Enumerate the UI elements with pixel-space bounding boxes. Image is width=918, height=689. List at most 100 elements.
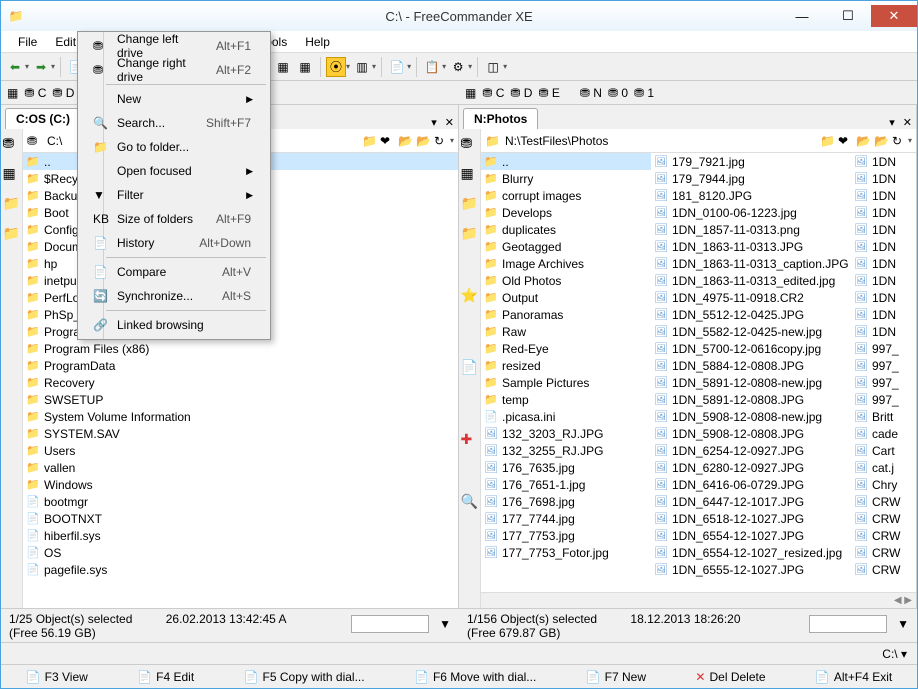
file-item[interactable]: 📁Geotagged bbox=[481, 238, 651, 255]
file-item[interactable]: 📁.. bbox=[481, 153, 651, 170]
file-item[interactable]: 🖼1DN_5908-12-0808-new.jpg bbox=[651, 408, 851, 425]
drive-1[interactable]: ⛃ 1 bbox=[634, 86, 654, 100]
h-scrollbar[interactable]: ◀ ▶ bbox=[481, 592, 916, 608]
menu-item-filter[interactable]: ▼Filter▶ bbox=[80, 183, 268, 207]
file-item[interactable]: 📁Windows bbox=[23, 476, 458, 493]
tb-icon[interactable]: ◫ bbox=[483, 57, 503, 77]
file-item[interactable]: 🖼1DN_6416-06-0729.JPG bbox=[651, 476, 851, 493]
file-item[interactable]: 🖼1DN_4975-11-0918.CR2 bbox=[651, 289, 851, 306]
file-item[interactable]: 🖼1DN_1863-11-0313.JPG bbox=[651, 238, 851, 255]
tab-dropdown[interactable]: ▾ bbox=[427, 116, 441, 129]
path-icon[interactable]: 📂 bbox=[874, 134, 890, 148]
file-item[interactable]: 🖼1DN_5908-12-0808.JPG bbox=[651, 425, 851, 442]
tab-dropdown[interactable]: ▾ bbox=[885, 116, 899, 129]
file-item[interactable]: 🖼177_7753.jpg bbox=[481, 527, 651, 544]
file-item[interactable]: 🖼1DN_1863-11-0313_caption.JPG bbox=[651, 255, 851, 272]
file-item[interactable]: 🖼1DN bbox=[851, 255, 911, 272]
tb-icon[interactable]: ▥ bbox=[352, 57, 372, 77]
folder-icon[interactable]: 📁 bbox=[3, 195, 21, 213]
path-icon[interactable]: 📂 bbox=[416, 134, 432, 148]
menu-item-change-right-drive[interactable]: ⛃Change right driveAlt+F2 bbox=[80, 58, 268, 82]
file-item[interactable]: 📄pagefile.sys bbox=[23, 561, 458, 578]
menu-item-history[interactable]: 📄HistoryAlt+Down bbox=[80, 231, 268, 255]
path-icon[interactable]: 📁 bbox=[820, 134, 836, 148]
file-item[interactable]: 📄OS bbox=[23, 544, 458, 561]
file-item[interactable]: 📁Blurry bbox=[481, 170, 651, 187]
path-icon[interactable]: ❤ bbox=[380, 134, 396, 148]
file-item[interactable]: 🖼1DN_6447-12-1017.JPG bbox=[651, 493, 851, 510]
file-item[interactable]: 🖼1DN_6518-12-1027.JPG bbox=[651, 510, 851, 527]
drive-C[interactable]: ⛃ C bbox=[24, 86, 46, 100]
tab-close[interactable]: ✕ bbox=[441, 116, 458, 129]
path-icon[interactable]: ❤ bbox=[838, 134, 854, 148]
file-item[interactable]: 📁SWSETUP bbox=[23, 391, 458, 408]
file-item[interactable]: 📁resized bbox=[481, 357, 651, 374]
back-button[interactable]: ⬅ bbox=[5, 57, 25, 77]
file-item[interactable]: 🖼1DN_1863-11-0313_edited.jpg bbox=[651, 272, 851, 289]
file-item[interactable]: 🖼1DN_5582-12-0425-new.jpg bbox=[651, 323, 851, 340]
close-button[interactable]: ✕ bbox=[871, 5, 917, 27]
drives-grid-icon[interactable]: ▦ bbox=[7, 86, 18, 100]
file-item[interactable]: 🖼1DN bbox=[851, 187, 911, 204]
search-icon[interactable]: 🔍 bbox=[461, 493, 479, 511]
path-icon[interactable]: ↻ bbox=[434, 134, 450, 148]
file-item[interactable]: 🖼1DN_6280-12-0927.JPG bbox=[651, 459, 851, 476]
file-item[interactable]: 🖼CRW bbox=[851, 544, 911, 561]
fn-f4[interactable]: 📄F4 Edit bbox=[137, 670, 194, 684]
file-item[interactable]: 🖼1DN_1857-11-0313.png bbox=[651, 221, 851, 238]
file-item[interactable]: 🖼1DN_5700-12-0616copy.jpg bbox=[651, 340, 851, 357]
file-item[interactable]: 🖼1DN bbox=[851, 323, 911, 340]
fn-f6[interactable]: 📄F6 Move with dial... bbox=[414, 670, 536, 684]
path-icon[interactable]: 📁 bbox=[362, 134, 378, 148]
path-icon[interactable]: 📂 bbox=[856, 134, 872, 148]
file-item[interactable]: 🖼176_7635.jpg bbox=[481, 459, 651, 476]
file-item[interactable]: 🖼1DN_5891-12-0808-new.jpg bbox=[651, 374, 851, 391]
tb-icon[interactable]: ▦ bbox=[295, 57, 315, 77]
file-item[interactable]: 🖼177_7753_Fotor.jpg bbox=[481, 544, 651, 561]
tab-close[interactable]: ✕ bbox=[899, 116, 916, 129]
file-item[interactable]: 🖼1DN bbox=[851, 306, 911, 323]
file-item[interactable]: 📁System Volume Information bbox=[23, 408, 458, 425]
maximize-button[interactable]: ☐ bbox=[825, 5, 871, 27]
file-item[interactable]: 🖼997_ bbox=[851, 357, 911, 374]
menu-item-compare[interactable]: 📄CompareAlt+V bbox=[80, 260, 268, 284]
file-item[interactable]: 📁Panoramas bbox=[481, 306, 651, 323]
file-item[interactable]: 📄BOOTNXT bbox=[23, 510, 458, 527]
file-item[interactable]: 🖼1DN bbox=[851, 170, 911, 187]
file-item[interactable]: 📁Develops bbox=[481, 204, 651, 221]
path-icon[interactable]: 📂 bbox=[398, 134, 414, 148]
drive-D[interactable]: ⛃ D bbox=[510, 86, 532, 100]
left-tab[interactable]: C:OS (C:) bbox=[5, 108, 81, 129]
file-item[interactable]: 📁duplicates bbox=[481, 221, 651, 238]
file-item[interactable]: 🖼CRW bbox=[851, 493, 911, 510]
file-item[interactable]: 🖼CRW bbox=[851, 561, 911, 578]
fn-del[interactable]: ✕Del Delete bbox=[695, 670, 765, 684]
fn-alt+f4[interactable]: 📄Alt+F4 Exit bbox=[815, 670, 892, 684]
file-item[interactable]: 🖼176_7651-1.jpg bbox=[481, 476, 651, 493]
apps-icon[interactable]: ▦ bbox=[3, 165, 21, 183]
address-text[interactable]: C:\ bbox=[882, 647, 897, 661]
file-item[interactable]: 📁SYSTEM.SAV bbox=[23, 425, 458, 442]
folder-icon[interactable]: 📁 bbox=[461, 195, 479, 213]
file-item[interactable]: 🖼cade bbox=[851, 425, 911, 442]
drive-C[interactable]: ⛃ C bbox=[482, 86, 504, 100]
file-item[interactable]: 📄.picasa.ini bbox=[481, 408, 651, 425]
drive-E[interactable]: ⛃ E bbox=[538, 86, 559, 100]
menu-item-size-of-folders[interactable]: KBSize of foldersAlt+F9 bbox=[80, 207, 268, 231]
file-item[interactable]: 🖼1DN_5512-12-0425.JPG bbox=[651, 306, 851, 323]
tb-icon[interactable]: ▦ bbox=[273, 57, 293, 77]
file-item[interactable]: 📁Raw bbox=[481, 323, 651, 340]
file-item[interactable]: 🖼179_7944.jpg bbox=[651, 170, 851, 187]
tb-icon[interactable]: ⚙ bbox=[448, 57, 468, 77]
fn-f5[interactable]: 📄F5 Copy with dial... bbox=[244, 670, 365, 684]
file-item[interactable]: 📁Users bbox=[23, 442, 458, 459]
file-item[interactable]: 🖼Britt bbox=[851, 408, 911, 425]
path-icon[interactable]: ↻ bbox=[892, 134, 908, 148]
forward-button[interactable]: ➡ bbox=[31, 57, 51, 77]
file-item[interactable]: 🖼997_ bbox=[851, 340, 911, 357]
filter-icon[interactable]: ▼ bbox=[897, 617, 909, 631]
file-item[interactable]: 🖼1DN_6555-12-1027.JPG bbox=[651, 561, 851, 578]
file-item[interactable]: 🖼cat.j bbox=[851, 459, 911, 476]
file-item[interactable]: 🖼1DN_6254-12-0927.JPG bbox=[651, 442, 851, 459]
file-item[interactable]: 📁Red-Eye bbox=[481, 340, 651, 357]
